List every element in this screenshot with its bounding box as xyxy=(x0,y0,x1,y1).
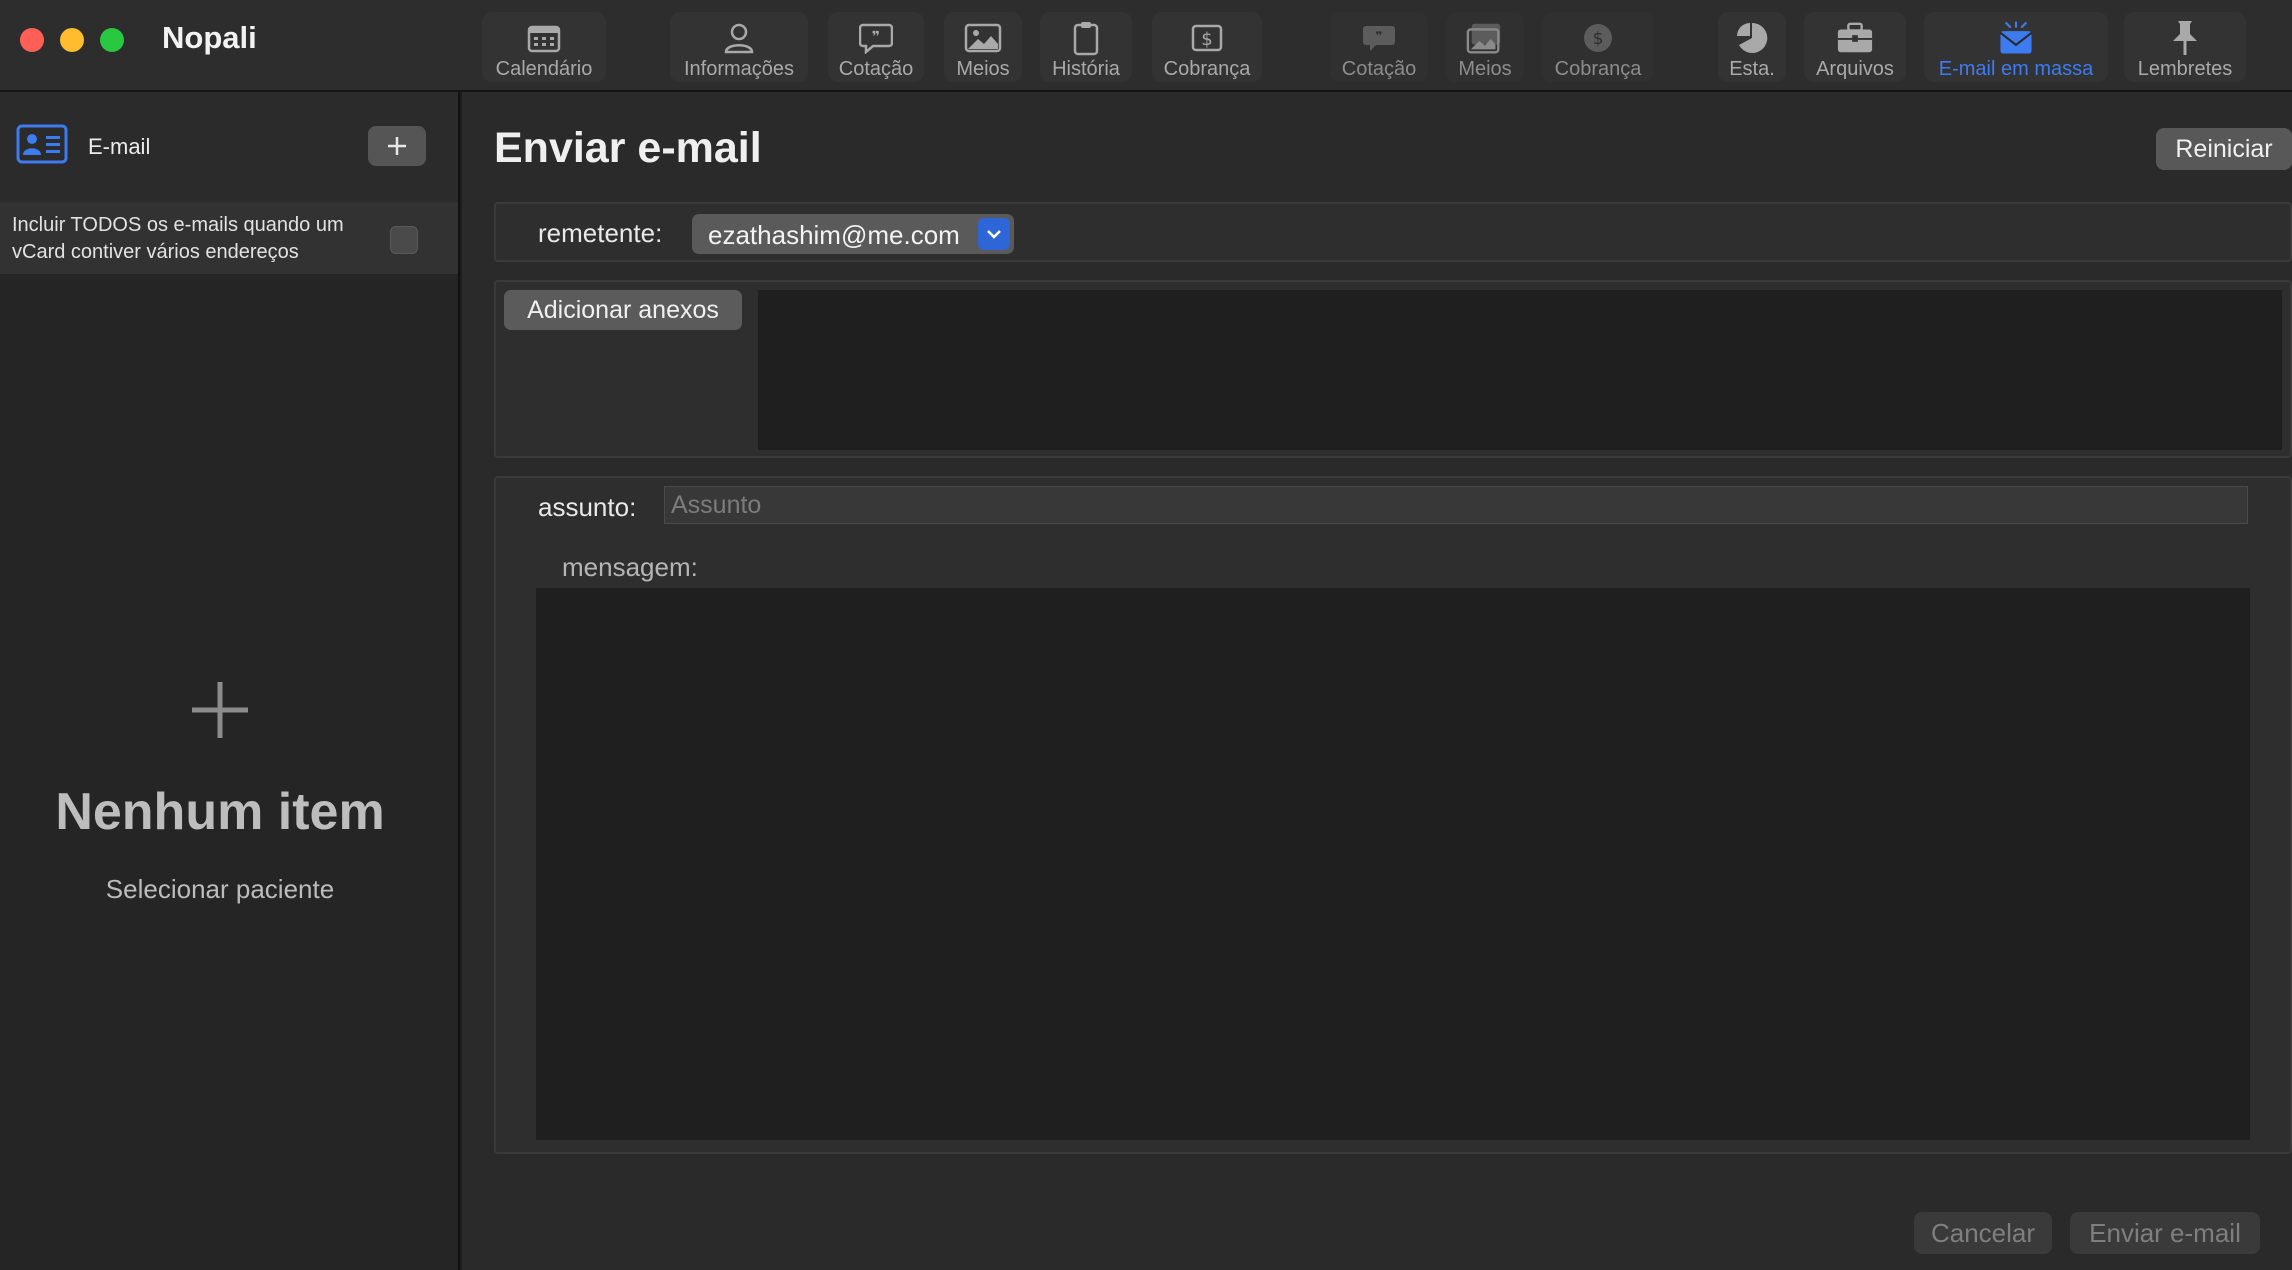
toolbar-label: Esta. xyxy=(1729,58,1775,80)
empty-state-title: Nenhum item xyxy=(55,783,385,841)
toolbar-label: Cobrança xyxy=(1163,58,1251,80)
toolbar-label: Calendário xyxy=(495,58,593,80)
attachments-list[interactable] xyxy=(758,290,2282,450)
toolbar-label: Cotação xyxy=(838,58,914,80)
toolbar-mass-email[interactable]: E-mail em massa xyxy=(1924,12,2108,82)
sidebar-header: E-mail xyxy=(0,92,458,182)
include-all-label: Incluir TODOS os e-mails quando um vCard… xyxy=(12,214,344,263)
app-window: Nopali Calendário Informações ❞ Cotação xyxy=(0,0,2292,1270)
mass-email-icon xyxy=(1997,20,2035,56)
toolbar-label: Lembretes xyxy=(2137,58,2233,80)
send-email-button[interactable]: Enviar e-mail xyxy=(2070,1212,2260,1254)
sender-label: remetente: xyxy=(538,218,663,248)
billing-icon: $ xyxy=(1188,20,1226,56)
add-email-button[interactable] xyxy=(368,126,426,166)
plus-icon xyxy=(388,137,406,155)
add-icon[interactable] xyxy=(188,678,252,747)
pie-chart-icon xyxy=(1733,20,1771,56)
media-icon xyxy=(1466,20,1504,56)
zoom-window-button[interactable] xyxy=(100,28,124,52)
chevron-down-icon xyxy=(978,218,1010,250)
toolbar-reminders[interactable]: Lembretes xyxy=(2124,12,2246,82)
toolbar: Nopali Calendário Informações ❞ Cotação xyxy=(0,0,2292,92)
svg-text:❞: ❞ xyxy=(872,29,880,45)
toolbar-label: Informações xyxy=(683,58,795,80)
svg-text:$: $ xyxy=(1593,29,1604,49)
toolbar-label: Meios xyxy=(1458,58,1512,80)
empty-state-subtitle: Selecionar paciente xyxy=(105,874,335,904)
toolbar-quote[interactable]: ❞ Cotação xyxy=(828,12,924,82)
attachments-panel: Adicionar anexos xyxy=(494,280,2292,458)
billing-icon: $ xyxy=(1579,20,1617,56)
calendar-icon xyxy=(525,20,563,56)
cancel-button[interactable]: Cancelar xyxy=(1914,1212,2052,1254)
message-label: mensagem: xyxy=(562,552,698,582)
toolbar-info[interactable]: Informações xyxy=(670,12,808,82)
quote-icon: ❞ xyxy=(1360,20,1398,56)
sidebar-title: E-mail xyxy=(88,134,151,159)
add-attachments-button[interactable]: Adicionar anexos xyxy=(504,290,742,330)
main-content: Enviar e-mail Reiniciar remetente: ezath… xyxy=(462,92,2292,1270)
toolbar-stats[interactable]: Esta. xyxy=(1718,12,1786,82)
toolbar-label: Cotação xyxy=(1341,58,1417,80)
app-title: Nopali xyxy=(162,20,257,55)
sidebar: E-mail Incluir TODOS os e-mails quando u… xyxy=(0,92,460,1270)
clipboard-icon xyxy=(1067,20,1105,56)
compose-panel: assunto: mensagem: xyxy=(494,476,2292,1154)
toolbar-label: Meios xyxy=(956,58,1010,80)
toolbar-label: Arquivos xyxy=(1816,58,1894,80)
empty-list-area xyxy=(0,274,458,1270)
toolbar-label: História xyxy=(1052,58,1120,80)
toolbar-calendar[interactable]: Calendário xyxy=(482,12,606,82)
pin-icon xyxy=(2166,20,2204,56)
close-window-button[interactable] xyxy=(20,28,44,52)
page-title: Enviar e-mail xyxy=(494,124,762,172)
toolbar-files[interactable]: Arquivos xyxy=(1804,12,1906,82)
include-all-checkbox[interactable] xyxy=(390,226,418,254)
subject-input[interactable] xyxy=(664,486,2248,524)
reset-button[interactable]: Reiniciar xyxy=(2156,128,2292,170)
toolbar-media[interactable]: Meios xyxy=(944,12,1022,82)
toolbar-label: Cobrança xyxy=(1554,58,1642,80)
svg-text:$: $ xyxy=(1201,29,1212,50)
svg-text:❞: ❞ xyxy=(1375,29,1382,43)
subject-label: assunto: xyxy=(538,492,637,522)
toolbar-label: E-mail em massa xyxy=(1938,58,2094,80)
media-icon xyxy=(964,20,1002,56)
message-input[interactable] xyxy=(536,588,2250,1140)
toolbar-media-secondary[interactable]: Meios xyxy=(1446,12,1524,82)
quote-icon: ❞ xyxy=(857,20,895,56)
contact-card-icon xyxy=(16,124,68,169)
toolbar-billing[interactable]: $ Cobrança xyxy=(1152,12,1262,82)
toolbar-quote-secondary[interactable]: ❞ Cotação xyxy=(1330,12,1428,82)
briefcase-icon xyxy=(1836,20,1874,56)
sender-panel: remetente: ezathashim@me.com xyxy=(494,202,2292,262)
sender-select[interactable]: ezathashim@me.com xyxy=(692,214,1014,254)
person-icon xyxy=(720,20,758,56)
minimize-window-button[interactable] xyxy=(60,28,84,52)
sender-value: ezathashim@me.com xyxy=(708,220,960,250)
toolbar-billing-secondary[interactable]: $ Cobrança xyxy=(1542,12,1654,82)
toolbar-history[interactable]: História xyxy=(1040,12,1132,82)
